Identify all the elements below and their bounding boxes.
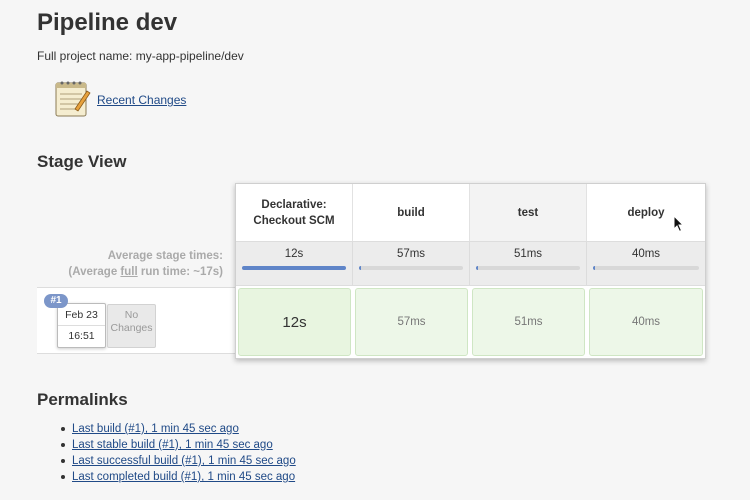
- avg-time-deploy: 40ms: [587, 242, 705, 285]
- list-item: Last stable build (#1), 1 min 45 sec ago: [61, 437, 296, 453]
- stage-header-checkout[interactable]: Declarative: Checkout SCM: [236, 184, 353, 241]
- average-stage-times-label: Average stage times: (Average full run t…: [68, 250, 223, 278]
- recent-changes-link[interactable]: Recent Changes: [97, 93, 186, 107]
- avg-time-test: 51ms: [470, 242, 587, 285]
- page-title: Pipeline dev: [37, 9, 178, 36]
- stage-header-deploy[interactable]: deploy: [587, 184, 705, 241]
- no-changes-box: No Changes: [107, 304, 156, 348]
- avg-bar-test: [476, 266, 580, 270]
- full-run-time-link[interactable]: full: [120, 266, 137, 278]
- permalinks-list: Last build (#1), 1 min 45 sec ago Last s…: [61, 421, 296, 485]
- permalink-last-completed-build[interactable]: Last completed build (#1), 1 min 45 sec …: [72, 471, 295, 483]
- build-time: 16:51: [68, 330, 95, 342]
- stage-run-checkout[interactable]: 12s: [238, 288, 351, 356]
- list-item: Last build (#1), 1 min 45 sec ago: [61, 421, 296, 437]
- build-number-badge[interactable]: #1: [44, 294, 68, 308]
- permalink-last-successful-build[interactable]: Last successful build (#1), 1 min 45 sec…: [72, 455, 296, 467]
- build-date-box[interactable]: Feb 23 16:51: [57, 303, 106, 348]
- stage-view-title: Stage View: [37, 152, 127, 171]
- full-project-name: Full project name: my-app-pipeline/dev: [37, 49, 244, 63]
- avg-time-build: 57ms: [353, 242, 470, 285]
- avg-bar-checkout: [242, 266, 346, 270]
- average-times-row: 12s 57ms 51ms 40ms: [236, 241, 705, 286]
- avg-bar-build: [359, 266, 463, 270]
- avg-time-checkout: 12s: [236, 242, 353, 285]
- stage-run-test[interactable]: 51ms: [472, 288, 585, 356]
- stage-header-test[interactable]: test: [470, 184, 587, 241]
- permalink-last-build[interactable]: Last build (#1), 1 min 45 sec ago: [72, 423, 239, 435]
- mouse-cursor-icon: [673, 215, 685, 233]
- stage-run-deploy[interactable]: 40ms: [589, 288, 703, 356]
- list-item: Last successful build (#1), 1 min 45 sec…: [61, 453, 296, 469]
- stage-view-table: Declarative: Checkout SCM build test depl…: [235, 183, 706, 359]
- permalinks-title: Permalinks: [37, 390, 128, 409]
- stage-run-build[interactable]: 57ms: [355, 288, 468, 356]
- build-date: Feb 23: [58, 304, 105, 326]
- stage-header-build[interactable]: build: [353, 184, 470, 241]
- avg-bar-deploy: [593, 266, 699, 270]
- notepad-icon[interactable]: [53, 79, 91, 119]
- permalink-last-stable-build[interactable]: Last stable build (#1), 1 min 45 sec ago: [72, 439, 273, 451]
- list-item: Last completed build (#1), 1 min 45 sec …: [61, 469, 296, 485]
